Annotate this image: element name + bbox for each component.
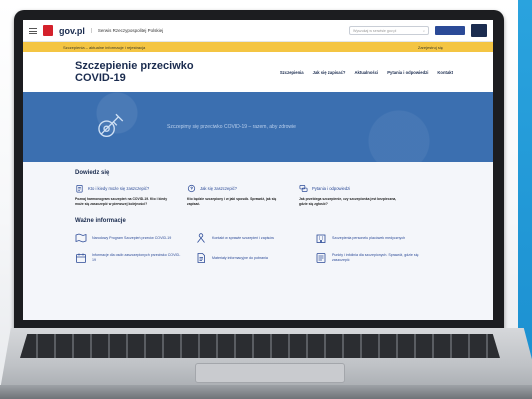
- important-section: Ważne informacje Narodowy Program Szczep…: [23, 210, 493, 268]
- chat-bubbles-icon: [299, 184, 308, 193]
- page-title-line2: COVID-19: [75, 72, 126, 84]
- search-input[interactable]: Wyszukaj w serwisie gov.pl ⌕: [349, 26, 429, 35]
- hamburger-menu-icon[interactable]: [29, 27, 37, 34]
- nav-item-vaccination[interactable]: Szczepienia: [280, 70, 304, 75]
- info-link[interactable]: Informacje dla osób zaszczepionych przec…: [75, 252, 183, 264]
- card-head: Pytania i odpowiedzi: [299, 184, 399, 193]
- laptop-screen: gov.pl Serwis Rzeczypospolitej Polskiej …: [23, 20, 493, 320]
- trackpad: [195, 363, 345, 383]
- page-header: Szczepienie przeciwko COVID-19 Szczepien…: [23, 52, 493, 92]
- learn-cards: Kto i kiedy może się zaszczepić? Poznaj …: [75, 184, 441, 206]
- hero-banner: Szczepimy się przeciwko COVID-19 – razem…: [23, 92, 493, 162]
- nav-item-news[interactable]: Aktualności: [354, 70, 378, 75]
- info-link-label: Informacje dla osób zaszczepionych przec…: [92, 253, 181, 263]
- info-link-label: Kontakt w sprawie szczepień i zapisów: [212, 235, 274, 240]
- document-icon: [197, 253, 205, 264]
- map-icon: [75, 233, 87, 243]
- info-link[interactable]: Punkty i infolinia dla szczepionych. Spr…: [315, 252, 423, 264]
- syringe-virus-icon: [98, 113, 124, 138]
- card-title[interactable]: Pytania i odpowiedzi: [312, 186, 350, 191]
- card-title[interactable]: Jak się zaszczepić?: [200, 186, 237, 191]
- person-icon: [197, 233, 205, 243]
- learn-card[interactable]: Kto i kiedy może się zaszczepić? Poznaj …: [75, 184, 175, 206]
- building-icon: [316, 234, 326, 244]
- laptop-front-edge: [0, 385, 532, 399]
- question-bubble-icon: [187, 184, 196, 193]
- learn-card[interactable]: Jak się zaszczepić? Kto będzie szczepion…: [187, 184, 287, 206]
- card-title[interactable]: Kto i kiedy może się zaszczepić?: [88, 186, 149, 191]
- card-description: Jak przebiega szczepienie, czy szczepion…: [299, 197, 397, 206]
- accessibility-button[interactable]: [471, 24, 487, 37]
- info-link[interactable]: Materiały informacyjne do pobrania: [195, 252, 303, 264]
- nav-item-faq[interactable]: Pytania i odpowiedzi: [387, 70, 428, 75]
- clipboard-icon: [76, 184, 83, 193]
- hero-text: Szczepimy się przeciwko COVID-19 – razem…: [167, 124, 296, 130]
- announcement-banner: Szczepienia – aktualne informacje i reje…: [23, 42, 493, 52]
- laptop: gov.pl Serwis Rzeczypospolitej Polskiej …: [0, 10, 532, 399]
- calendar-icon: [76, 253, 86, 264]
- site-topbar: gov.pl Serwis Rzeczypospolitej Polskiej …: [23, 20, 493, 42]
- learn-section: Dowiedz się Kto i kiedy może się zaszcze…: [23, 162, 493, 210]
- search-button[interactable]: [435, 26, 465, 35]
- list-icon: [316, 253, 326, 264]
- laptop-base: [0, 328, 532, 390]
- site-name: Serwis Rzeczypospolitej Polskiej: [90, 28, 163, 33]
- site-logo[interactable]: gov.pl: [59, 26, 85, 36]
- info-link[interactable]: Szczepienia personelu placówek medycznyc…: [315, 232, 423, 244]
- info-link[interactable]: Kontakt w sprawie szczepień i zapisów: [195, 232, 303, 244]
- card-head: Kto i kiedy może się zaszczepić?: [75, 184, 175, 193]
- learn-card[interactable]: Pytania i odpowiedzi Jak przebiega szcze…: [299, 184, 399, 206]
- info-link[interactable]: Narodowy Program Szczepień przeciw COVID…: [75, 232, 183, 244]
- info-link-label: Materiały informacyjne do pobrania: [212, 255, 268, 260]
- card-description: Kto będzie szczepiony i w jaki sposób. S…: [187, 197, 277, 206]
- card-description: Poznaj harmonogram szczepień na COVID-19…: [75, 197, 168, 206]
- laptop-lid: gov.pl Serwis Rzeczypospolitej Polskiej …: [14, 10, 504, 332]
- search-placeholder: Wyszukaj w serwisie gov.pl: [353, 29, 397, 33]
- important-section-title: Ważne informacje: [75, 218, 126, 225]
- search-icon: ⌕: [422, 29, 425, 33]
- nav-item-how-to-register[interactable]: Jak się zapisać?: [313, 70, 346, 75]
- info-link-label: Narodowy Program Szczepień przeciw COVID…: [92, 235, 172, 240]
- keyboard: [20, 334, 500, 358]
- page-title: Szczepienie przeciwko COVID-19: [75, 60, 225, 84]
- banner-link[interactable]: Zarejestruj się: [418, 45, 443, 50]
- learn-section-title: Dowiedz się: [75, 170, 110, 176]
- important-links: Narodowy Program Szczepień przeciw COVID…: [75, 232, 441, 264]
- info-link-label: Szczepienia personelu placówek medycznyc…: [332, 235, 406, 240]
- page-title-line1: Szczepienie przeciwko: [75, 60, 194, 72]
- card-head: Jak się zaszczepić?: [187, 184, 287, 193]
- main-nav: Szczepienia Jak się zapisać? Aktualności…: [280, 70, 453, 75]
- info-link-label: Punkty i infolinia dla szczepionych. Spr…: [332, 253, 419, 263]
- eagle-emblem-icon: [43, 25, 53, 36]
- banner-text: Szczepienia – aktualne informacje i reje…: [63, 44, 146, 50]
- nav-item-contact[interactable]: Kontakt: [437, 70, 453, 75]
